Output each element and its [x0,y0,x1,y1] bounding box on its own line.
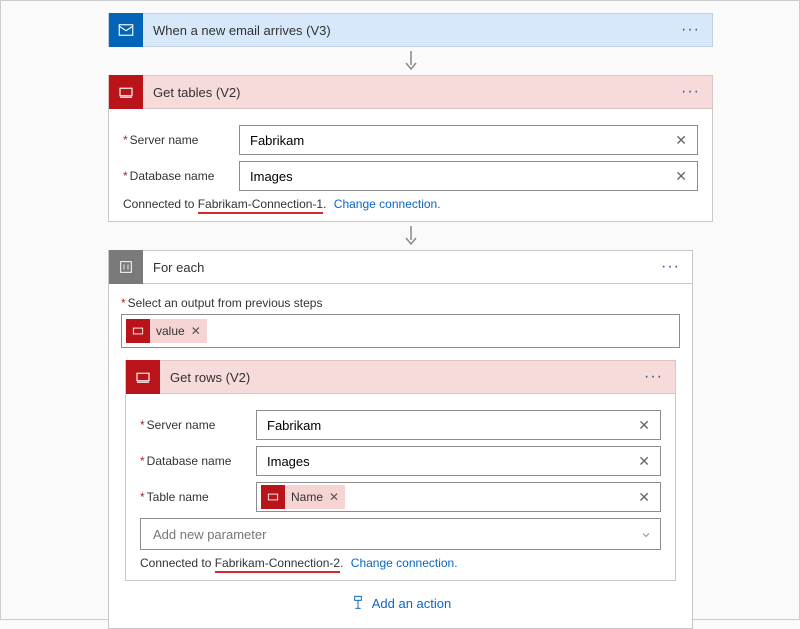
change-connection-link[interactable]: Change connection. [351,556,458,570]
clear-icon[interactable]: ✕ [671,168,691,185]
table-name-label: *Table name [140,490,256,504]
name-token[interactable]: Name ✕ [261,485,345,509]
add-action-label: Add an action [372,596,452,611]
token-remove-icon[interactable]: ✕ [329,490,345,504]
foreach-card: For each ··· *Select an output from prev… [108,250,693,629]
connection-name: Fabrikam-Connection-1 [198,197,323,214]
trigger-card[interactable]: When a new email arrives (V3) ··· [108,13,713,47]
table-name-input-wrap[interactable]: Name ✕ ✕ [256,482,661,512]
sql-icon [126,360,160,394]
get-tables-header[interactable]: Get tables (V2) ··· [108,75,713,109]
get-tables-menu-button[interactable]: ··· [677,83,704,101]
trigger-title: When a new email arrives (V3) [143,23,677,38]
get-rows-menu-button[interactable]: ··· [640,368,667,386]
clear-icon[interactable]: ✕ [634,417,654,434]
token-label: Name [285,490,329,504]
database-name-input[interactable] [267,454,634,469]
get-rows-header[interactable]: Get rows (V2) ··· [125,360,676,394]
database-name-label: *Database name [123,169,239,183]
sql-icon [109,75,143,109]
server-name-input[interactable] [250,133,671,148]
server-name-input-wrap[interactable]: ✕ [239,125,698,155]
designer-canvas: When a new email arrives (V3) ··· Get ta… [0,0,800,620]
get-rows-title: Get rows (V2) [160,370,640,385]
get-tables-title: Get tables (V2) [143,85,677,100]
token-remove-icon[interactable]: ✕ [191,324,207,338]
server-name-label: *Server name [123,133,239,147]
server-name-label: *Server name [140,418,256,432]
foreach-title: For each [143,260,657,275]
get-rows-card: Get rows (V2) ··· *Server name ✕ *Databa… [125,360,676,581]
database-name-input-wrap[interactable]: ✕ [256,446,661,476]
add-step-icon [350,595,366,611]
connector-arrow [108,51,713,71]
connector-arrow [108,226,713,246]
get-tables-card: Get tables (V2) ··· *Server name ✕ *Data… [108,75,713,222]
clear-icon[interactable]: ✕ [671,132,691,149]
foreach-menu-button[interactable]: ··· [657,258,684,276]
server-name-input-wrap[interactable]: ✕ [256,410,661,440]
foreach-header[interactable]: For each ··· [108,250,693,284]
outlook-icon [109,13,143,47]
clear-icon[interactable]: ✕ [634,489,654,506]
add-parameter-label: Add new parameter [153,527,266,542]
database-name-input-wrap[interactable]: ✕ [239,161,698,191]
clear-icon[interactable]: ✕ [634,453,654,470]
chevron-down-icon [640,527,652,542]
add-action-button[interactable]: Add an action [350,595,452,611]
change-connection-link[interactable]: Change connection. [334,197,441,211]
server-name-input[interactable] [267,418,634,433]
add-parameter-dropdown[interactable]: Add new parameter [140,518,661,550]
sql-icon [261,485,285,509]
sql-icon [126,319,150,343]
database-name-label: *Database name [140,454,256,468]
trigger-menu-button[interactable]: ··· [677,21,704,39]
connection-info: Connected to Fabrikam-Connection-1. Chan… [123,197,698,211]
database-name-input[interactable] [250,169,671,184]
select-output-label: *Select an output from previous steps [121,296,680,310]
value-token[interactable]: value ✕ [126,319,207,343]
connection-name: Fabrikam-Connection-2 [215,556,340,573]
select-output-input[interactable]: value ✕ [121,314,680,348]
token-label: value [150,324,191,338]
connection-info: Connected to Fabrikam-Connection-2. Chan… [140,556,661,570]
loop-icon [109,250,143,284]
